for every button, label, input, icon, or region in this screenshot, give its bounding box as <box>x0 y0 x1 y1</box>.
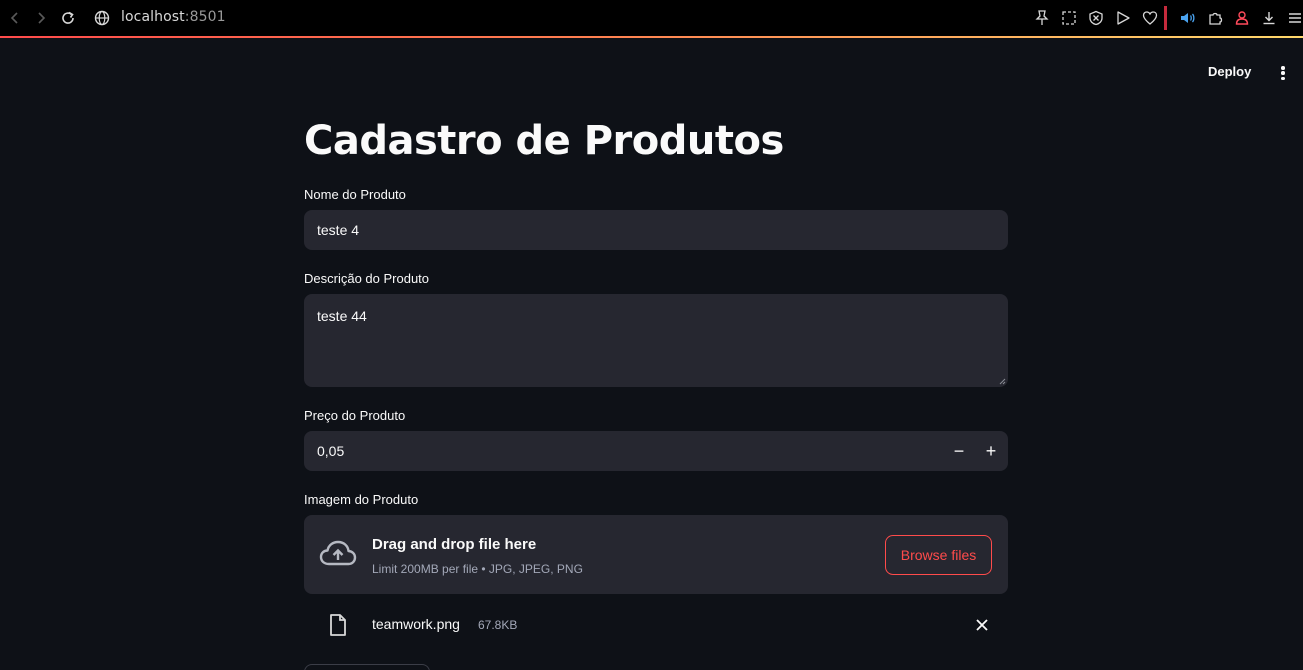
url-port: :8501 <box>184 9 226 25</box>
product-price-value: 0,05 <box>317 443 345 459</box>
product-image-label: Imagem do Produto <box>304 492 419 507</box>
toolbar-divider <box>1164 6 1167 30</box>
product-description-textarea[interactable]: teste 44 <box>304 294 1008 387</box>
streamlit-top-decoration <box>0 36 1303 38</box>
price-increment-button[interactable]: + <box>975 431 1007 471</box>
deploy-button[interactable]: Deploy <box>1208 64 1251 82</box>
product-name-label: Nome do Produto <box>304 187 406 202</box>
url-host: localhost <box>121 9 185 25</box>
product-name-input[interactable]: teste 4 <box>304 210 1008 250</box>
submit-button-partial[interactable] <box>304 664 430 670</box>
uploaded-file-size: 67.8KB <box>478 618 518 632</box>
product-price-label: Preço do Produto <box>304 408 406 423</box>
file-uploader-dropzone[interactable]: Drag and drop file here Limit 200MB per … <box>304 515 1008 594</box>
product-price-input[interactable]: 0,05 − + <box>304 431 1008 471</box>
back-icon[interactable] <box>5 8 25 28</box>
reload-icon[interactable] <box>58 8 78 28</box>
pin-icon[interactable] <box>1033 9 1051 27</box>
product-description-value: teste 44 <box>317 308 367 324</box>
menu-icon[interactable] <box>1286 9 1303 27</box>
download-icon[interactable] <box>1260 9 1278 27</box>
page-title: Cadastro de Produtos <box>304 118 784 164</box>
profile-icon[interactable] <box>1233 9 1251 27</box>
heart-icon[interactable] <box>1141 9 1159 27</box>
upload-limit-text: Limit 200MB per file • JPG, JPEG, PNG <box>372 562 583 576</box>
site-info-globe-icon[interactable] <box>92 8 112 28</box>
product-description-label: Descrição do Produto <box>304 271 430 286</box>
browse-files-button[interactable]: Browse files <box>885 535 992 575</box>
uploaded-file-item: teamwork.png 67.8KB <box>304 605 1008 645</box>
send-icon[interactable] <box>1114 9 1132 27</box>
browser-toolbar: localhost:8501 <box>0 0 1303 36</box>
block-icon[interactable] <box>1087 9 1105 27</box>
address-bar[interactable]: localhost:8501 <box>121 9 226 25</box>
remove-file-close-icon[interactable] <box>972 615 992 635</box>
resize-handle-icon[interactable] <box>998 377 1006 385</box>
uploaded-file-name: teamwork.png <box>372 616 460 632</box>
main-menu-icon[interactable] <box>1276 64 1290 82</box>
cloud-upload-icon <box>319 540 357 566</box>
file-icon <box>330 614 346 636</box>
price-decrement-button[interactable]: − <box>943 431 975 471</box>
speaker-icon[interactable] <box>1179 9 1197 27</box>
extensions-icon[interactable] <box>1206 9 1224 27</box>
forward-icon[interactable] <box>31 8 51 28</box>
screenshot-icon[interactable] <box>1060 9 1078 27</box>
drag-drop-text: Drag and drop file here <box>372 536 537 553</box>
